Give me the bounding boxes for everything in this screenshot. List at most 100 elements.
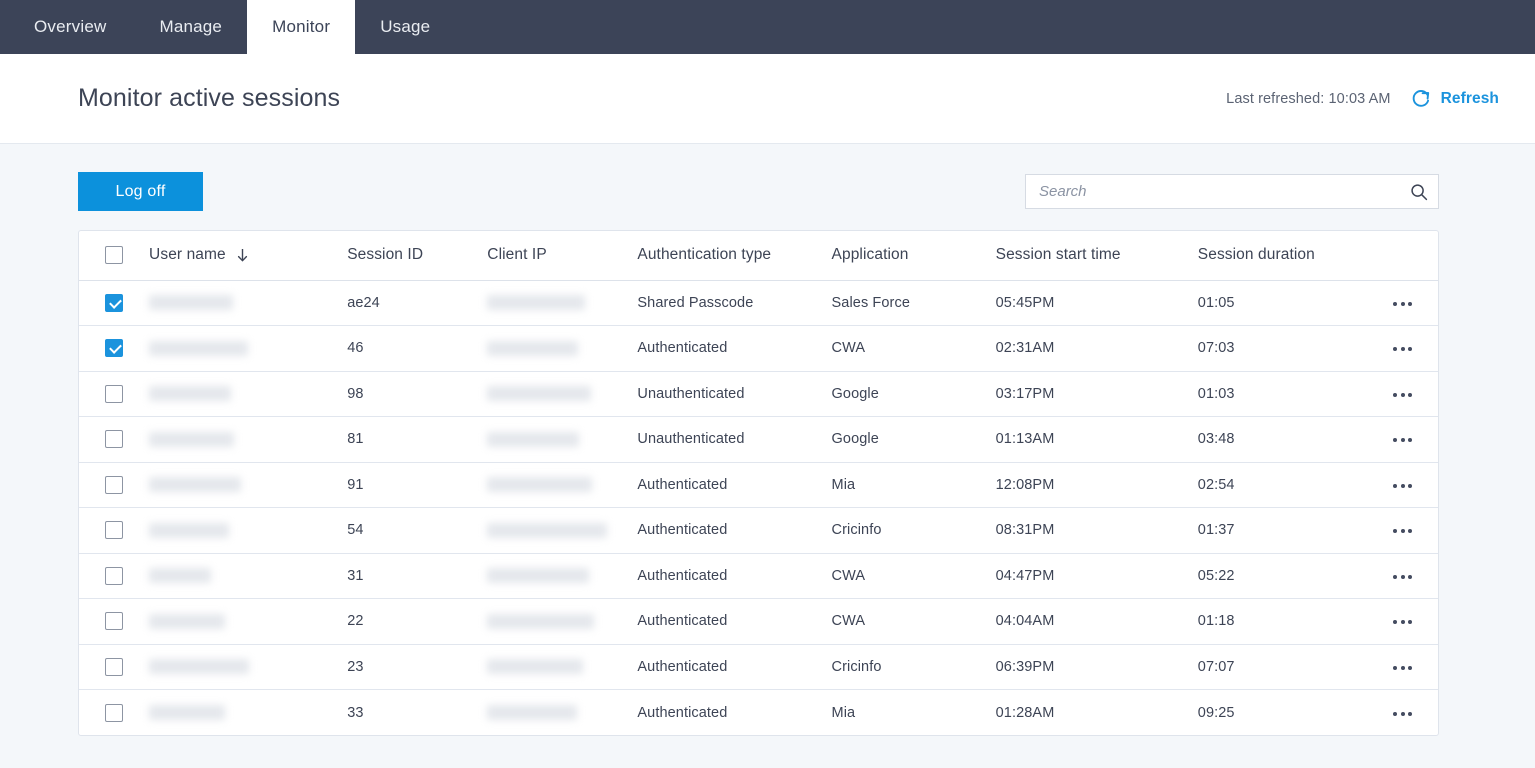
row-actions-header-cell — [1367, 231, 1438, 281]
cell-user-name — [149, 325, 348, 372]
select-all-checkbox[interactable] — [105, 246, 123, 265]
table-row[interactable]: 91 Authenticated Mia 12:08PM 02:54 — [79, 462, 1438, 508]
cell-authentication-type: Authenticated — [637, 507, 832, 554]
main-content: Log off User name Session ID Client IP Auth… — [0, 144, 1535, 736]
ellipsis-horizontal-icon[interactable] — [1391, 569, 1414, 585]
redacted-client-ip — [487, 386, 592, 402]
cell-session-id: 98 — [347, 371, 488, 417]
column-header-user-name[interactable]: User name — [149, 231, 348, 281]
column-header-session-id[interactable]: Session ID — [347, 231, 488, 281]
cell-row-actions — [1367, 553, 1438, 599]
page-header: Monitor active sessions Last refreshed: … — [0, 54, 1535, 144]
column-header-session-start-time[interactable]: Session start time — [995, 231, 1198, 281]
ellipsis-horizontal-icon[interactable] — [1391, 387, 1414, 403]
column-header-content: Client IP — [487, 246, 546, 264]
table-row[interactable]: 81 Unauthenticated Google 01:13AM 03:48 — [79, 416, 1438, 463]
cell-client-ip — [487, 690, 637, 736]
row-select-checkbox[interactable] — [105, 293, 123, 312]
nav-tab-usage[interactable]: Usage — [355, 0, 455, 54]
cell-authentication-type: Unauthenticated — [637, 416, 832, 463]
cell-authentication-type: Authenticated — [637, 462, 832, 508]
column-header-client-ip[interactable]: Client IP — [487, 231, 638, 281]
cell-row-actions — [1367, 598, 1438, 645]
search-input[interactable] — [1025, 174, 1439, 209]
row-select-checkbox[interactable] — [105, 657, 123, 676]
search-magnifier-icon[interactable] — [1410, 183, 1428, 201]
cell-session-start-time: 02:31AM — [995, 325, 1198, 372]
select-all-header-cell — [79, 231, 150, 281]
ellipsis-horizontal-icon[interactable] — [1391, 614, 1414, 630]
row-select-checkbox[interactable] — [105, 475, 123, 494]
cell-session-duration: 01:37 — [1197, 507, 1368, 554]
row-select-cell — [79, 280, 150, 326]
cell-session-id: 91 — [347, 462, 488, 508]
cell-session-start-time: 01:13AM — [995, 416, 1198, 463]
redacted-user-name — [149, 705, 226, 721]
log-off-button[interactable]: Log off — [78, 172, 203, 211]
cell-session-id: 33 — [347, 704, 364, 721]
cell-application: Cricinfo — [831, 644, 996, 690]
row-select-cell — [79, 690, 149, 736]
row-select-checkbox[interactable] — [105, 430, 123, 449]
nav-tab-overview[interactable]: Overview — [0, 0, 134, 54]
row-select-checkbox[interactable] — [105, 566, 123, 585]
table-row[interactable]: 33 Authenticated Mia 01:28AM 09:25 — [79, 690, 1438, 736]
cell-client-ip — [487, 416, 638, 463]
cell-application: CWA — [831, 553, 996, 599]
row-select-checkbox[interactable] — [105, 339, 123, 358]
cell-session-id: 23 — [347, 644, 488, 690]
cell-application: Google — [831, 371, 996, 417]
cell-user-name — [149, 598, 348, 645]
ellipsis-horizontal-icon[interactable] — [1391, 523, 1414, 539]
refresh-button[interactable]: Refresh — [1409, 85, 1501, 113]
cell-application: Mia — [831, 704, 856, 721]
sessions-table-card: User name Session ID Client IP Authenticati… — [78, 230, 1439, 736]
cell-client-ip — [487, 553, 638, 599]
cell-user-name — [149, 416, 348, 463]
column-header-session-duration[interactable]: Session duration — [1197, 231, 1368, 281]
ellipsis-horizontal-icon[interactable] — [1391, 341, 1414, 357]
ellipsis-horizontal-icon[interactable] — [1391, 706, 1414, 722]
cell-authentication-type: Unauthenticated — [637, 371, 832, 417]
cell-user-name — [149, 553, 348, 599]
column-header-authentication-type[interactable]: Authentication type — [637, 231, 832, 281]
row-select-checkbox[interactable] — [105, 521, 123, 540]
table-row[interactable]: 22 Authenticated CWA 04:04AM 01:18 — [79, 598, 1438, 645]
ellipsis-horizontal-icon[interactable] — [1391, 660, 1414, 676]
ellipsis-horizontal-icon[interactable] — [1391, 478, 1414, 494]
table-row[interactable]: 98 Unauthenticated Google 03:17PM 01:03 — [79, 371, 1438, 417]
cell-session-start-time: 06:39PM — [995, 644, 1198, 690]
cell-session-duration: 02:54 — [1197, 462, 1368, 508]
table-row[interactable]: 23 Authenticated Cricinfo 06:39PM 07:07 — [79, 644, 1438, 690]
table-row[interactable]: 54 Authenticated Cricinfo 08:31PM 01:37 — [79, 507, 1438, 554]
table-header-row: User name Session ID Client IP Authenticati… — [79, 231, 1438, 281]
table-row[interactable]: 46 Authenticated CWA 02:31AM 07:03 — [79, 325, 1438, 372]
cell-row-actions — [1367, 644, 1438, 690]
nav-tab-manage[interactable]: Manage — [134, 0, 247, 54]
redacted-client-ip — [487, 613, 595, 629]
cell-client-ip — [487, 598, 638, 645]
table-row[interactable]: 31 Authenticated CWA 04:47PM 05:22 — [79, 553, 1438, 599]
table-toolbar: Log off — [78, 144, 1439, 230]
column-header-label: Session ID — [347, 246, 424, 264]
cell-user-name — [149, 507, 348, 554]
row-select-checkbox[interactable] — [105, 703, 123, 722]
table-body: ae24 Shared Passcode Sales Force 05:45PM 01:… — [79, 280, 1438, 735]
column-header-application[interactable]: Application — [831, 231, 996, 281]
row-select-checkbox[interactable] — [105, 384, 123, 403]
sessions-table: User name Session ID Client IP Authenticati… — [79, 231, 1438, 735]
cell-application: Sales Force — [831, 280, 996, 326]
cell-session-start-time: 12:08PM — [995, 462, 1198, 508]
cell-session-duration: 09:25 — [1197, 704, 1235, 721]
cell-application: Mia — [831, 462, 996, 508]
ellipsis-horizontal-icon[interactable] — [1391, 432, 1414, 448]
redacted-user-name — [149, 568, 212, 584]
row-select-cell — [79, 553, 150, 599]
row-select-checkbox[interactable] — [105, 612, 123, 631]
redacted-user-name — [149, 431, 235, 447]
table-row[interactable]: ae24 Shared Passcode Sales Force 05:45PM 01:… — [79, 280, 1438, 326]
ellipsis-horizontal-icon[interactable] — [1391, 296, 1414, 312]
arrow-down-icon[interactable] — [237, 248, 248, 262]
nav-tab-monitor[interactable]: Monitor — [247, 0, 356, 54]
cell-session-duration: 07:07 — [1197, 644, 1368, 690]
